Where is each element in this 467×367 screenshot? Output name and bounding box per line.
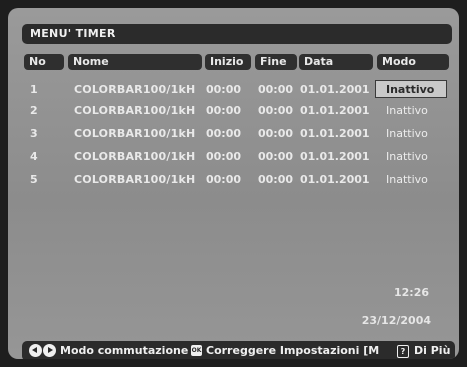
row-date: 01.01.2001 <box>300 104 370 117</box>
column-header-data: Data <box>299 54 373 70</box>
row-start-time: 00:00 <box>206 83 242 96</box>
title-bar: MENU' TIMER <box>22 24 452 44</box>
row-number: 5 <box>30 173 38 186</box>
row-date: 01.01.2001 <box>300 83 370 96</box>
timer-row-5[interactable]: 5 COLORBAR100/1kH 00:00 00:00 01.01.2001… <box>8 170 459 190</box>
more-info-hint: Di Più <box>414 344 451 357</box>
correct-settings-hint: Correggere Impostazioni [M <box>206 344 380 357</box>
current-time: 12:26 <box>393 286 429 299</box>
row-mode[interactable]: Inattivo <box>386 150 428 163</box>
row-end-time: 00:00 <box>258 150 294 163</box>
row-start-time: 00:00 <box>206 173 242 186</box>
row-mode[interactable]: Inattivo <box>386 173 428 186</box>
column-header-fine: Fine <box>255 54 297 70</box>
row-date: 01.01.2001 <box>300 127 370 140</box>
timer-screen: MENU' TIMER No Nome Inizio Fine Data Mod… <box>8 8 459 359</box>
column-header-inizio: Inizio <box>205 54 251 70</box>
timer-row-1[interactable]: 1 COLORBAR100/1kH 00:00 00:00 01.01.2001… <box>8 80 459 100</box>
row-name: COLORBAR100/1kH <box>74 173 196 186</box>
timer-row-3[interactable]: 3 COLORBAR100/1kH 00:00 00:00 01.01.2001… <box>8 124 459 144</box>
row-start-time: 00:00 <box>206 104 242 117</box>
timer-row-4[interactable]: 4 COLORBAR100/1kH 00:00 00:00 01.01.2001… <box>8 147 459 167</box>
row-start-time: 00:00 <box>206 150 242 163</box>
column-header-no: No <box>24 54 64 70</box>
timer-row-2[interactable]: 2 COLORBAR100/1kH 00:00 00:00 01.01.2001… <box>8 101 459 121</box>
current-date: 23/12/2004 <box>361 314 431 327</box>
row-mode[interactable]: Inattivo <box>386 104 428 117</box>
row-date: 01.01.2001 <box>300 173 370 186</box>
row-name: COLORBAR100/1kH <box>74 83 196 96</box>
row-end-time: 00:00 <box>258 104 294 117</box>
row-mode[interactable]: Inattivo <box>386 127 428 140</box>
row-start-time: 00:00 <box>206 127 242 140</box>
row-name: COLORBAR100/1kH <box>74 104 196 117</box>
footer-help-bar: Modo commutazione OK Correggere Impostaz… <box>22 341 455 359</box>
row-name: COLORBAR100/1kH <box>74 127 196 140</box>
row-number: 3 <box>30 127 38 140</box>
row-name: COLORBAR100/1kH <box>74 150 196 163</box>
row-number: 1 <box>30 83 38 96</box>
row-end-time: 00:00 <box>258 83 294 96</box>
column-header-modo: Modo <box>377 54 449 70</box>
row-number: 4 <box>30 150 38 163</box>
arrow-left-icon <box>29 344 42 357</box>
column-header-nome: Nome <box>68 54 202 70</box>
arrow-right-icon <box>43 344 56 357</box>
row-end-time: 00:00 <box>258 127 294 140</box>
row-number: 2 <box>30 104 38 117</box>
menu-title: MENU' TIMER <box>30 27 116 40</box>
row-date: 01.01.2001 <box>300 150 370 163</box>
row-end-time: 00:00 <box>258 173 294 186</box>
ok-icon: OK <box>191 345 202 356</box>
help-icon: ? <box>397 345 409 358</box>
switch-mode-hint: Modo commutazione <box>60 344 189 357</box>
row-mode[interactable]: Inattivo <box>386 83 434 96</box>
